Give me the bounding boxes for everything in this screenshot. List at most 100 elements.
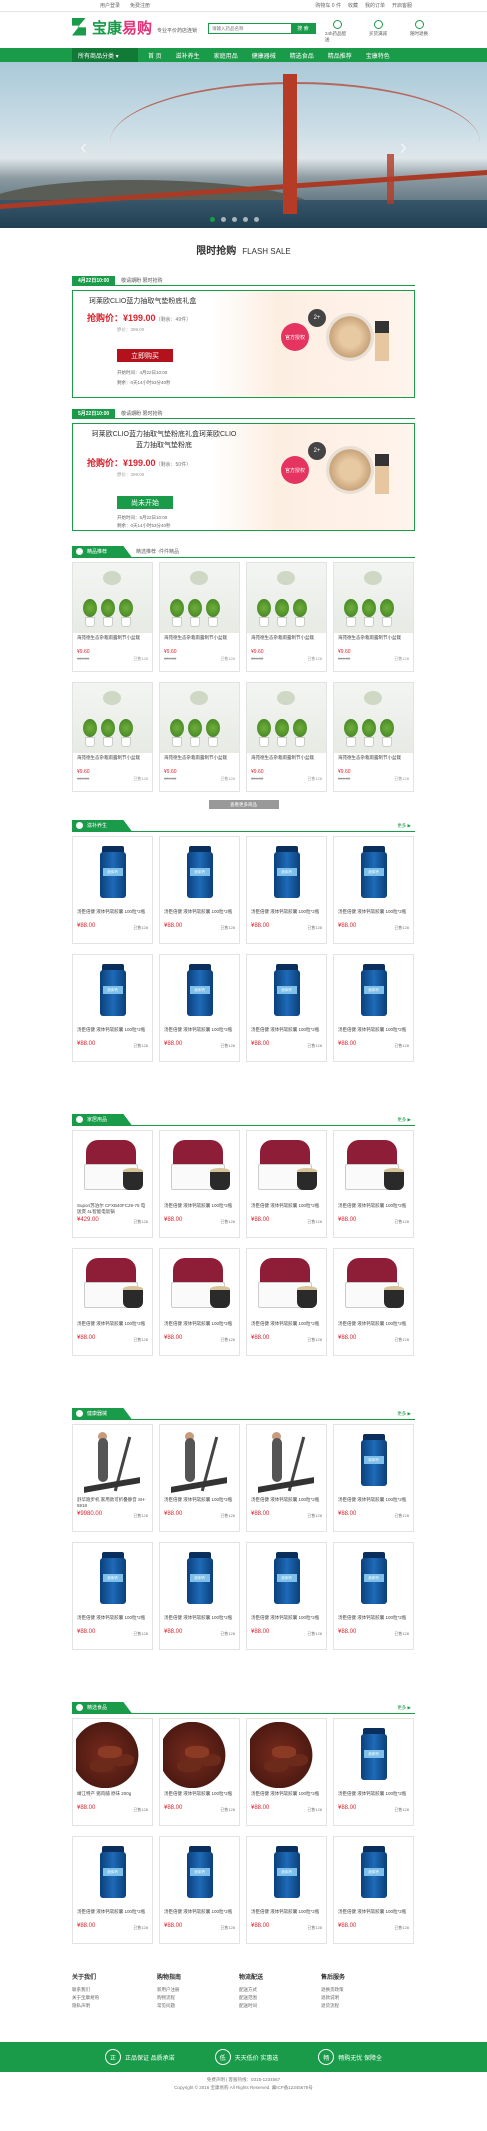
product-name[interactable]: 汤臣倍健 液体钙软胶囊 100粒*2瓶 — [77, 1615, 148, 1627]
product-card[interactable]: 海苑德生态杂栽雨露制节小盆栽 ¥9.60 ¥24.00 已售128 — [72, 562, 153, 672]
product-card[interactable]: 液体钙 汤臣倍健 液体钙软胶囊 100粒*2瓶 ¥88.00 已售128 — [159, 954, 240, 1062]
service-link[interactable]: 开启客服 — [392, 2, 412, 9]
footer-link[interactable]: 配送时间 — [239, 2002, 263, 2010]
login-link[interactable]: 用户登录 — [100, 2, 120, 9]
nav-item-home[interactable]: 首 页 — [148, 51, 162, 60]
product-image[interactable]: 液体钙 — [337, 840, 410, 906]
product-card[interactable]: 汤臣倍健 液体钙软胶囊 100粒*2瓶 ¥88.00 已售128 — [246, 1424, 327, 1532]
product-image[interactable] — [250, 1428, 323, 1494]
product-card[interactable]: 液体钙 汤臣倍健 液体钙软胶囊 100粒*2瓶 ¥88.00 已售128 — [333, 1542, 414, 1650]
product-image[interactable]: 液体钙 — [250, 958, 323, 1024]
product-card[interactable]: 汤臣倍健 液体钙软胶囊 100粒*2瓶 ¥88.00 已售128 — [159, 1424, 240, 1532]
product-image[interactable]: 液体钙 — [163, 958, 236, 1024]
product-card[interactable]: 汤臣倍健 液体钙软胶囊 100粒*2瓶 ¥88.00 已售128 — [159, 1248, 240, 1356]
floor-more-link[interactable]: 更多 ▶ — [397, 1411, 411, 1417]
product-name[interactable]: 汤臣倍健 液体钙软胶囊 100粒*2瓶 — [164, 1615, 235, 1627]
product-image[interactable] — [163, 1252, 236, 1318]
product-card[interactable]: 液体钙 汤臣倍健 液体钙软胶囊 100粒*2瓶 ¥88.00 已售128 — [246, 1836, 327, 1944]
product-name[interactable]: 汤臣倍健 液体钙软胶囊 100粒*2瓶 — [164, 1497, 235, 1509]
product-image[interactable]: 液体钙 — [250, 1840, 323, 1906]
prev-arrow-icon[interactable]: ‹ — [80, 134, 87, 160]
buy-now-button[interactable]: 立即购买 — [117, 349, 173, 362]
product-image[interactable]: 液体钙 — [76, 840, 149, 906]
footer-link[interactable]: 联系我们 — [72, 1986, 99, 1994]
product-image[interactable]: 液体钙 — [163, 840, 236, 906]
product-image[interactable]: 液体钙 — [76, 958, 149, 1024]
product-card[interactable]: 汤臣倍健 液体钙软胶囊 100粒*2瓶 ¥88.00 已售128 — [333, 1130, 414, 1238]
product-card[interactable]: 液体钙 汤臣倍健 液体钙软胶囊 100粒*2瓶 ¥88.00 已售128 — [246, 1542, 327, 1650]
footer-link[interactable]: 配送方式 — [239, 1986, 263, 1994]
product-name[interactable]: 海苑德生态杂栽雨露制节小盆栽 — [77, 755, 148, 767]
footer-link[interactable]: 退换货政策 — [321, 1986, 345, 1994]
product-card[interactable]: 汤臣倍健 液体钙软胶囊 100粒*2瓶 ¥88.00 已售128 — [159, 1130, 240, 1238]
product-card[interactable]: 汤臣倍健 液体钙软胶囊 100粒*2瓶 ¥88.00 已售128 — [159, 1718, 240, 1826]
product-name[interactable]: 汤臣倍健 液体钙软胶囊 100粒*2瓶 — [338, 1909, 409, 1921]
product-card[interactable]: Supor/苏泊尔 CFXB40FC29-75 电饭煲 4L智能电饭锅 ¥429.… — [72, 1130, 153, 1238]
product-card[interactable]: 液体钙 汤臣倍健 液体钙软胶囊 100粒*2瓶 ¥88.00 已售128 — [72, 836, 153, 944]
product-card[interactable]: 海苑德生态杂栽雨露制节小盆栽 ¥9.60 ¥24.00 已售128 — [159, 562, 240, 672]
product-name[interactable]: 汤臣倍健 液体钙软胶囊 100粒*2瓶 — [338, 1321, 409, 1333]
flash-product-name[interactable]: 珂莱欧CLIO蓝力抽取气垫粉底礼盒珂莱欧CLIO蓝力抽取气垫粉底 — [89, 429, 239, 451]
product-image[interactable] — [163, 1428, 236, 1494]
search-button[interactable]: 搜 索 — [291, 24, 315, 33]
product-image[interactable]: 液体钙 — [337, 1722, 410, 1788]
product-card[interactable]: 汤臣倍健 液体钙软胶囊 100粒*2瓶 ¥88.00 已售128 — [72, 1248, 153, 1356]
product-image[interactable]: 液体钙 — [250, 1546, 323, 1612]
product-card[interactable]: 舒华跑步机 家用款可折叠静音 SH-5918 ¥9980.00 已售128 — [72, 1424, 153, 1532]
product-name[interactable]: 舒华跑步机 家用款可折叠静音 SH-5918 — [77, 1497, 148, 1509]
product-card[interactable]: 液体钙 汤臣倍健 液体钙软胶囊 100粒*2瓶 ¥88.00 已售128 — [246, 954, 327, 1062]
product-name[interactable]: 海苑德生态杂栽雨露制节小盆栽 — [77, 635, 148, 647]
product-image[interactable] — [73, 683, 152, 753]
product-name[interactable]: 海苑德生态杂栽雨露制节小盆栽 — [338, 635, 409, 647]
footer-link[interactable]: 新用户注册 — [157, 1986, 181, 1994]
footer-link[interactable]: 退款说明 — [321, 1994, 345, 2002]
floor-more-link[interactable]: 更多 ▶ — [397, 1705, 411, 1711]
footer-link[interactable]: 购物流程 — [157, 1994, 181, 2002]
footer-link[interactable]: 常见问题 — [157, 2002, 181, 2010]
product-card[interactable]: 液体钙 汤臣倍健 液体钙软胶囊 100粒*2瓶 ¥88.00 已售128 — [72, 954, 153, 1062]
product-name[interactable]: 汤臣倍健 液体钙软胶囊 100粒*2瓶 — [251, 1027, 322, 1039]
product-name[interactable]: 汤臣倍健 液体钙软胶囊 100粒*2瓶 — [338, 1791, 409, 1803]
product-name[interactable]: 汤臣倍健 液体钙软胶囊 100粒*2瓶 — [77, 1909, 148, 1921]
footer-link[interactable]: 隐私声明 — [72, 2002, 99, 2010]
product-name[interactable]: 汤臣倍健 液体钙软胶囊 100粒*2瓶 — [251, 1615, 322, 1627]
more-products-button[interactable]: 查看更多商品 — [208, 800, 279, 809]
product-image[interactable] — [76, 1134, 149, 1200]
product-card[interactable]: 液体钙 汤臣倍健 液体钙软胶囊 100粒*2瓶 ¥88.00 已售128 — [159, 1836, 240, 1944]
product-image[interactable] — [250, 1252, 323, 1318]
site-logo[interactable]: 宝康 易购 专业平价药店连锁 — [72, 17, 197, 38]
product-name[interactable]: 汤臣倍健 液体钙软胶囊 100粒*2瓶 — [164, 1203, 235, 1215]
product-image[interactable]: 液体钙 — [250, 840, 323, 906]
product-name[interactable]: Supor/苏泊尔 CFXB40FC29-75 电饭煲 4L智能电饭锅 — [77, 1203, 148, 1215]
floor-more-link[interactable]: 更多 ▶ — [397, 1117, 411, 1123]
product-image[interactable]: 液体钙 — [337, 958, 410, 1024]
nav-item-devices[interactable]: 健康器械 — [252, 51, 276, 60]
product-name[interactable]: 海苑德生态杂栽雨露制节小盆栽 — [164, 635, 235, 647]
product-name[interactable]: 海苑德生态杂栽雨露制节小盆栽 — [251, 755, 322, 767]
carousel-dot[interactable] — [232, 217, 237, 222]
nav-item-home-goods[interactable]: 家庭用品 — [214, 51, 238, 60]
product-name[interactable]: 海苑德生态杂栽雨露制节小盆栽 — [338, 755, 409, 767]
carousel-dot[interactable] — [243, 217, 248, 222]
product-card[interactable]: 液体钙 汤臣倍健 液体钙软胶囊 100粒*2瓶 ¥88.00 已售128 — [333, 1718, 414, 1826]
product-card[interactable]: 靖江特产 猪肉脯 原味 200g ¥88.00 已售128 — [72, 1718, 153, 1826]
product-name[interactable]: 靖江特产 猪肉脯 原味 200g — [77, 1791, 148, 1803]
register-link[interactable]: 免费注册 — [130, 2, 150, 9]
product-image[interactable] — [337, 1134, 410, 1200]
product-image[interactable] — [163, 1722, 236, 1788]
flash-product-name[interactable]: 珂莱欧CLIO蓝力抽取气垫粉底礼盒 — [89, 296, 414, 306]
product-card[interactable]: 海苑德生态杂栽雨露制节小盆栽 ¥9.60 ¥24.00 已售128 — [333, 682, 414, 792]
product-card[interactable]: 海苑德生态杂栽雨露制节小盆栽 ¥9.60 ¥24.00 已售128 — [72, 682, 153, 792]
product-name[interactable]: 汤臣倍健 液体钙软胶囊 100粒*2瓶 — [164, 1027, 235, 1039]
hero-banner[interactable]: ‹ › — [0, 62, 487, 228]
product-card[interactable]: 海苑德生态杂栽雨露制节小盆栽 ¥9.60 ¥24.00 已售128 — [246, 562, 327, 672]
carousel-dot[interactable] — [210, 217, 215, 222]
product-name[interactable]: 汤臣倍健 液体钙软胶囊 100粒*2瓶 — [164, 1321, 235, 1333]
product-image[interactable] — [334, 563, 413, 633]
product-name[interactable]: 汤臣倍健 液体钙软胶囊 100粒*2瓶 — [338, 909, 409, 921]
product-card[interactable]: 液体钙 汤臣倍健 液体钙软胶囊 100粒*2瓶 ¥88.00 已售128 — [72, 1542, 153, 1650]
product-card[interactable]: 汤臣倍健 液体钙软胶囊 100粒*2瓶 ¥88.00 已售128 — [246, 1248, 327, 1356]
nav-item-food[interactable]: 精选食品 — [290, 51, 314, 60]
carousel-dot[interactable] — [221, 217, 226, 222]
product-card[interactable]: 液体钙 汤臣倍健 液体钙软胶囊 100粒*2瓶 ¥88.00 已售128 — [333, 1836, 414, 1944]
